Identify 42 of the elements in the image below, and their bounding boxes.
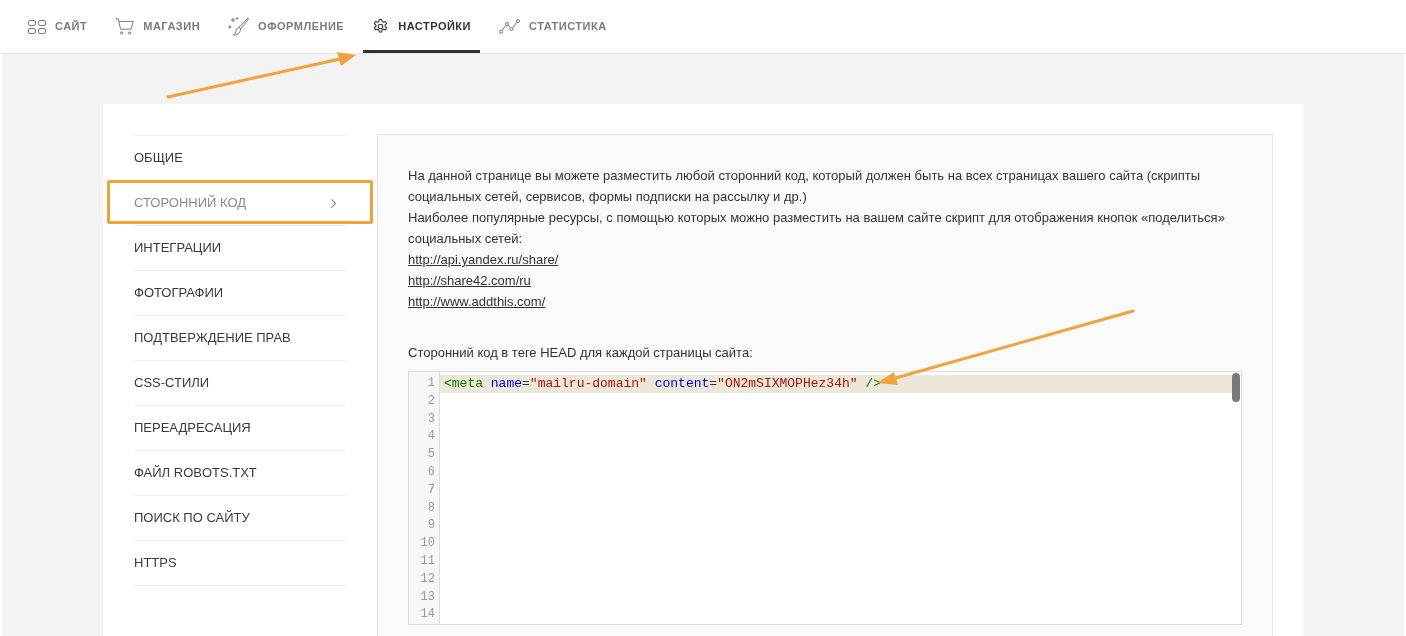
menu-item[interactable]: ОБЩИЕ bbox=[134, 136, 346, 180]
resource-link[interactable]: http://api.yandex.ru/share/ bbox=[408, 249, 559, 270]
code-editor[interactable]: 1 2 3 4 5 6 7 8 9 10 11 12 13 14 <meta name="mailru-domain" content="ON2mSIXMOPHez34h" /> bbox=[408, 371, 1242, 625]
nav-tab[interactable]: ОФОРМЛЕНИЕ bbox=[219, 0, 354, 53]
line-number: 8 bbox=[427, 499, 435, 517]
gear-icon bbox=[372, 18, 390, 35]
line-number: 14 bbox=[420, 606, 435, 624]
line-number: 6 bbox=[427, 464, 435, 481]
line-number: 13 bbox=[420, 588, 435, 606]
nav-tab[interactable]: МАГАЗИН bbox=[106, 0, 210, 53]
chevron-right-icon bbox=[331, 198, 336, 208]
menu-item[interactable]: СТОРОННИЙ КОД bbox=[134, 181, 346, 225]
line-number: 4 bbox=[427, 428, 435, 446]
resource-link[interactable]: http://www.addthis.com/ bbox=[408, 291, 546, 312]
line-number: 11 bbox=[420, 552, 435, 570]
line-number: 9 bbox=[427, 517, 435, 535]
line-number: 7 bbox=[427, 481, 435, 499]
grid-icon bbox=[28, 19, 46, 34]
line-number: 3 bbox=[427, 410, 435, 428]
line-chart-icon bbox=[499, 19, 520, 34]
menu-item[interactable]: ФАЙЛ ROBOTS.TXT bbox=[134, 451, 346, 495]
menu-item[interactable]: ПОДТВЕРЖДЕНИЕ ПРАВ bbox=[134, 316, 346, 360]
nav-tab[interactable]: СТАТИСТИКА bbox=[490, 0, 616, 53]
menu-item[interactable]: ИНТЕГРАЦИИ bbox=[134, 226, 346, 270]
scrollbar-thumb[interactable] bbox=[1232, 373, 1240, 402]
menu-item[interactable]: ПЕРЕАДРЕСАЦИЯ bbox=[134, 406, 346, 450]
menu-item[interactable]: ФОТОГРАФИИ bbox=[134, 271, 346, 315]
menu-item[interactable]: CSS-СТИЛИ bbox=[134, 361, 346, 405]
cart-icon bbox=[115, 18, 135, 35]
menu-item[interactable]: ПОИСК ПО САЙТУ bbox=[134, 496, 346, 540]
line-number: 2 bbox=[427, 392, 435, 410]
resource-link[interactable]: http://share42.com/ru bbox=[408, 270, 531, 291]
line-number: 10 bbox=[420, 535, 435, 553]
brush-sparkle-icon bbox=[228, 17, 250, 36]
line-number: 5 bbox=[427, 446, 435, 464]
field-label: Сторонний код в теге HEAD для каждой страницы сайта: bbox=[408, 344, 754, 362]
description-text: На данной странице вы можете разместить любой сторонний код, который должен быть на всех страницах вашего сайта (скрипты социальных сетей, сервисов, формы подписки на рассылку и др.) bbox=[408, 167, 1202, 206]
line-number: 1 bbox=[427, 375, 435, 392]
description-text: Наиболее популярные ресурсы, с помощью которых можно разместить на вашем сайте скрипт для отображения кнопок «поделиться» социальных сетей: bbox=[408, 209, 1226, 248]
nav-tab[interactable]: САЙТ bbox=[19, 0, 97, 53]
line-number: 12 bbox=[420, 570, 435, 588]
menu-item[interactable]: HTTPS bbox=[134, 541, 346, 585]
